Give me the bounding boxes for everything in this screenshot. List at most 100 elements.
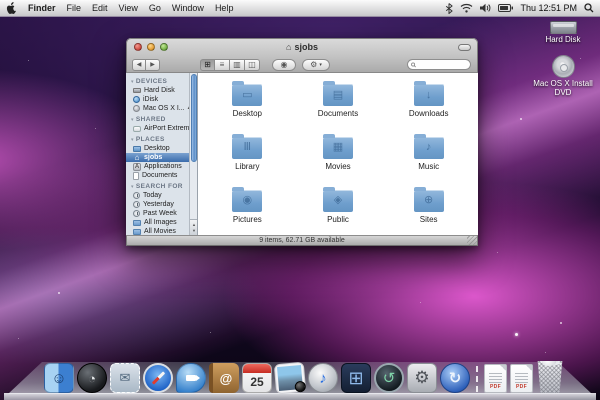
bluetooth-icon[interactable] — [445, 3, 453, 14]
resize-grip[interactable] — [467, 235, 477, 245]
hard-disk-icon — [133, 88, 141, 93]
folder-desktop[interactable]: ▭ Desktop — [202, 75, 293, 128]
menu-window[interactable]: Window — [172, 3, 204, 13]
trash-dock-icon[interactable] — [536, 361, 564, 393]
folder-music[interactable]: ♪ Music — [383, 128, 474, 181]
menu-bar: Finder File Edit View Go Window Help Thu… — [0, 0, 600, 17]
scroll-down-icon[interactable]: ▼ — [192, 228, 196, 234]
library-emblem-icon: Ⅲ — [244, 142, 252, 153]
photo-booth-dock-icon[interactable] — [274, 362, 307, 395]
minimize-button[interactable] — [147, 43, 155, 51]
sidebar-header-search-for[interactable]: SEARCH FOR — [126, 180, 189, 191]
folder-library[interactable]: Ⅲ Library — [202, 128, 293, 181]
sidebar-header-devices[interactable]: DEVICES — [126, 75, 189, 86]
folder-sites[interactable]: ⊕ Sites — [383, 180, 474, 233]
menu-go[interactable]: Go — [149, 3, 161, 13]
spaces-dock-icon[interactable]: ⊞ — [341, 363, 371, 393]
folder-pictures[interactable]: ◉ Pictures — [202, 180, 293, 233]
forward-button[interactable]: ▶ — [146, 59, 160, 71]
scrollbar-arrows[interactable]: ▲ ▼ — [190, 219, 198, 235]
battery-icon[interactable] — [498, 4, 513, 12]
sidebar-item-yesterday[interactable]: Yesterday — [126, 200, 189, 209]
folder-icon: ♪ — [414, 137, 444, 159]
column-view-button[interactable]: ▥ — [230, 59, 245, 71]
menu-file[interactable]: File — [67, 3, 82, 13]
calendar-day: 25 — [250, 375, 263, 389]
pdf-document-dock-icon[interactable]: PDF — [510, 364, 533, 393]
quick-look-button[interactable]: ◉ — [272, 59, 296, 71]
time-machine-dock-icon[interactable]: ↺ — [374, 363, 404, 393]
folder-public[interactable]: ◈ Public — [293, 180, 384, 233]
mail-dock-icon[interactable]: ✉ — [110, 363, 140, 393]
apple-menu-icon[interactable] — [6, 2, 17, 14]
folder-label: Pictures — [233, 215, 262, 224]
safari-dock-icon[interactable] — [143, 363, 173, 393]
desktop-icon-install-dvd[interactable]: Mac OS X Install DVD — [527, 55, 599, 98]
status-text: 9 items, 62.71 GB available — [259, 237, 345, 244]
dashboard-dock-icon[interactable]: ◔ — [77, 363, 107, 393]
sidebar-header-shared[interactable]: SHARED — [126, 113, 189, 124]
sidebar-item-today[interactable]: Today — [126, 191, 189, 200]
folder-label: Sites — [420, 215, 438, 224]
ical-dock-icon[interactable]: 25 — [242, 363, 272, 393]
action-menu-button[interactable]: ⚙ ▾ — [302, 59, 330, 71]
system-preferences-dock-icon[interactable]: ⚙ — [407, 363, 437, 393]
sidebar-item-past-week[interactable]: Past Week — [126, 209, 189, 218]
wifi-icon[interactable] — [460, 3, 473, 13]
close-button[interactable] — [134, 43, 142, 51]
icon-view-button[interactable]: ⊞ — [200, 59, 215, 71]
menu-clock[interactable]: Thu 12:51 PM — [520, 3, 577, 13]
dvd-disc-icon — [552, 55, 575, 78]
volume-icon[interactable] — [480, 3, 491, 13]
spotlight-search-icon[interactable] — [584, 3, 594, 13]
folder-documents[interactable]: ▤ Documents — [293, 75, 384, 128]
finder-dock-icon[interactable]: ☺ — [44, 363, 74, 393]
folder-downloads[interactable]: ↓ Downloads — [383, 75, 474, 128]
scrollbar-thumb[interactable] — [191, 74, 197, 162]
pdf-label: PDF — [516, 384, 527, 390]
search-input[interactable] — [418, 61, 467, 68]
disc-icon — [133, 105, 140, 112]
sidebar-item-all-movies[interactable]: All Movies — [126, 227, 189, 235]
sidebar-item-idisk[interactable]: iDisk — [126, 95, 189, 104]
menu-finder[interactable]: Finder — [28, 3, 56, 13]
sync-sphere-dock-icon[interactable]: ↻ — [440, 363, 470, 393]
title-bar[interactable]: ⌂ sjobs — [127, 39, 477, 55]
desktop[interactable]: Finder File Edit View Go Window Help Thu… — [0, 0, 600, 400]
sidebar-item-airport-extreme[interactable]: AirPort Extreme — [126, 124, 189, 133]
folder-grid: ▭ Desktop ▤ Documents ↓ Downloads Ⅲ Libr… — [198, 73, 478, 235]
pdf-document-dock-icon[interactable]: PDF — [484, 364, 507, 393]
menu-view[interactable]: View — [119, 3, 138, 13]
folder-label: Library — [235, 162, 259, 171]
sidebar-item-hard-disk[interactable]: Hard Disk — [126, 86, 189, 95]
sidebar-item-applications[interactable]: A Applications — [126, 162, 189, 171]
pdf-label: PDF — [490, 384, 501, 390]
sidebar-header-places[interactable]: PLACES — [126, 133, 189, 144]
desktop-icon-hard-disk[interactable]: Hard Disk — [527, 21, 599, 45]
itunes-dock-icon[interactable]: ♪ — [308, 363, 338, 393]
zoom-button[interactable] — [160, 43, 168, 51]
window-title: sjobs — [294, 42, 318, 52]
folder-label: Movies — [325, 162, 350, 171]
sidebar-item-label: Mac OS X I... — [143, 105, 185, 112]
menu-edit[interactable]: Edit — [92, 3, 108, 13]
folder-icon: ▦ — [323, 137, 353, 159]
sidebar-item-all-images[interactable]: All Images — [126, 218, 189, 227]
sidebar-item-documents[interactable]: Documents — [126, 171, 189, 180]
address-book-dock-icon[interactable]: @ — [209, 363, 239, 393]
sidebar-item-install-dvd[interactable]: Mac OS X I... ▴ — [126, 104, 189, 113]
sidebar-scrollbar[interactable]: ▲ ▼ — [189, 73, 197, 235]
back-button[interactable]: ◀ — [132, 59, 146, 71]
toolbar-toggle-button[interactable] — [458, 44, 471, 51]
coverflow-view-button[interactable]: ◫ — [245, 59, 260, 71]
folder-icon: Ⅲ — [232, 137, 262, 159]
menu-help[interactable]: Help — [215, 3, 234, 13]
search-field[interactable] — [407, 59, 471, 70]
sidebar-item-sjobs[interactable]: ⌂ sjobs — [126, 153, 197, 162]
list-view-button[interactable]: ≡ — [215, 59, 230, 71]
window-chrome[interactable]: ⌂ sjobs ◀ ▶ ⊞ ≡ ▥ ◫ ◉ ⚙ ▾ — [126, 38, 478, 73]
ichat-dock-icon[interactable] — [176, 363, 206, 393]
sidebar-item-label: Desktop — [144, 145, 170, 152]
folder-movies[interactable]: ▦ Movies — [293, 128, 384, 181]
sidebar-item-desktop[interactable]: Desktop — [126, 144, 189, 153]
